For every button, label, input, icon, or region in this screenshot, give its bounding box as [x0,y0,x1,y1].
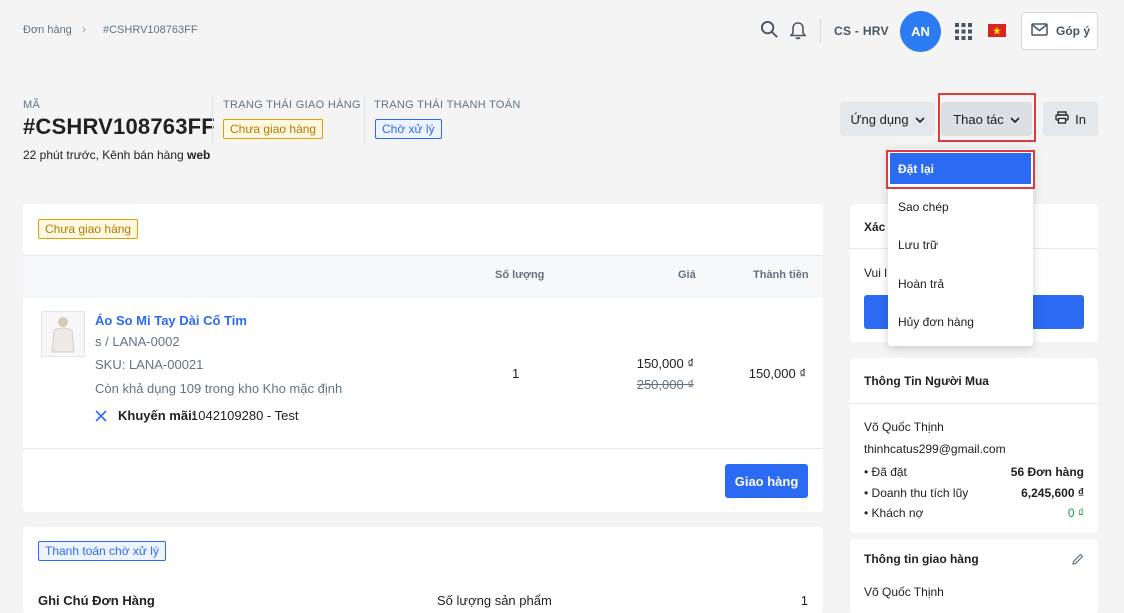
order-code-label: MÃ [23,99,41,111]
order-meta: 22 phút trước, Kênh bán hàng web [23,148,210,162]
shipping-info-title: Thông tin giao hàng [864,552,979,566]
confirm-card-title: Xác [864,220,886,234]
promo-value: 1042109280 - Test [191,408,299,423]
vietnam-flag-icon[interactable] [988,24,1006,37]
bell-icon[interactable] [789,21,807,43]
apps-dropdown-button[interactable]: Ứng dụng [840,102,935,136]
item-price-old: 250,000 ₫ [636,377,694,392]
item-price: 150,000 ₫ [636,356,694,371]
buyer-debt-label: • Khách nợ [864,506,924,520]
buyer-card-title: Thông Tin Người Mua [864,374,989,388]
order-code: #CSHRV108763FF [23,114,215,139]
edit-pencil-icon[interactable] [1072,553,1084,568]
header-separator [364,96,365,144]
buyer-email: thinhcatus299@gmail.com [864,442,1006,456]
breadcrumb-current: #CSHRV108763FF [103,24,198,36]
items-table-header [23,255,823,298]
print-label: In [1075,111,1086,127]
payment-status-badge: Thanh toán chờ xử lý [38,541,166,561]
menu-item-cancel-order[interactable]: Hủy đơn hàng [898,315,974,329]
order-note-label: Ghi Chú Đơn Hàng [38,593,155,608]
fulfillment-status-badge: Chưa giao hàng [38,219,139,239]
col-qty-header: Số lượng [495,269,545,281]
feedback-label: Góp ý [1056,24,1091,38]
ship-button[interactable]: Giao hàng [725,464,808,498]
promo-label: Khuyến mãi: [118,408,197,423]
print-button[interactable]: In [1043,102,1098,136]
buyer-revenue-label: • Doanh thu tích lũy [864,486,969,500]
order-channel: web [187,148,211,162]
divider [850,403,1098,404]
avatar[interactable]: AN [900,11,941,52]
buyer-orders-value: 56 Đơn hàng [1010,465,1084,479]
apps-grid-icon[interactable] [955,23,972,43]
product-name-link[interactable]: Áo So Mi Tay Dài Cố Tim [95,313,247,328]
product-count-value: 1 [800,593,808,608]
product-variant: s / LANA-0002 [95,334,180,349]
order-meta-text: 22 phút trước, Kênh bán hàng [23,148,184,162]
ship-status-label: TRẠNG THÁI GIAO HÀNG [223,99,361,111]
confirm-card-body: Vui l [864,266,887,280]
header-separator [212,96,213,144]
divider [23,448,823,449]
menu-item-refund[interactable]: Hoàn trả [898,277,944,291]
top-bar: Đơn hàng › #CSHRV108763FF CS - HRV AN Gó… [0,0,1124,62]
shipping-recipient-name: Võ Quốc Thịnh [864,585,944,599]
breadcrumb-separator: › [82,22,86,36]
close-icon[interactable] [95,410,107,425]
topbar-divider [820,19,821,43]
col-price-header: Giá [678,269,696,281]
product-sku: SKU: LANA-00021 [95,357,204,372]
pay-status-badge: Chờ xử lý [375,119,442,139]
menu-item-archive[interactable]: Lưu trữ [898,238,938,252]
chevron-down-icon [914,112,925,127]
col-total-header: Thành tiền [753,269,809,281]
buyer-debt-value: 0 ₫ [1067,506,1084,520]
buyer-revenue-value: 6,245,600 ₫ [1021,486,1084,500]
pay-status-label: TRẠNG THÁI THANH TOÁN [374,99,521,111]
ship-status-badge: Chưa giao hàng [223,119,324,139]
menu-item-copy[interactable]: Sao chép [898,200,949,214]
buyer-orders-label: • Đã đặt [864,465,907,479]
mail-icon [1031,23,1048,39]
product-count-label: Số lượng sản phẩm [437,593,552,608]
shop-name[interactable]: CS - HRV [834,24,889,38]
search-icon[interactable] [760,20,779,42]
product-stock: Còn khả dụng 109 trong kho Kho mặc định [95,381,343,396]
breadcrumb-orders[interactable]: Đơn hàng [23,24,72,36]
buyer-name-link[interactable]: Võ Quốc Thịnh [864,420,944,434]
feedback-button[interactable]: Góp ý [1021,12,1098,50]
shipping-info-card [850,539,1098,613]
printer-icon [1055,111,1069,127]
item-total: 150,000 ₫ [748,366,806,381]
apps-dropdown-label: Ứng dụng [850,111,909,127]
highlight-reset-item [886,150,1035,189]
highlight-actions-button [938,93,1036,142]
product-thumbnail[interactable] [41,311,85,357]
item-qty: 1 [512,366,520,381]
